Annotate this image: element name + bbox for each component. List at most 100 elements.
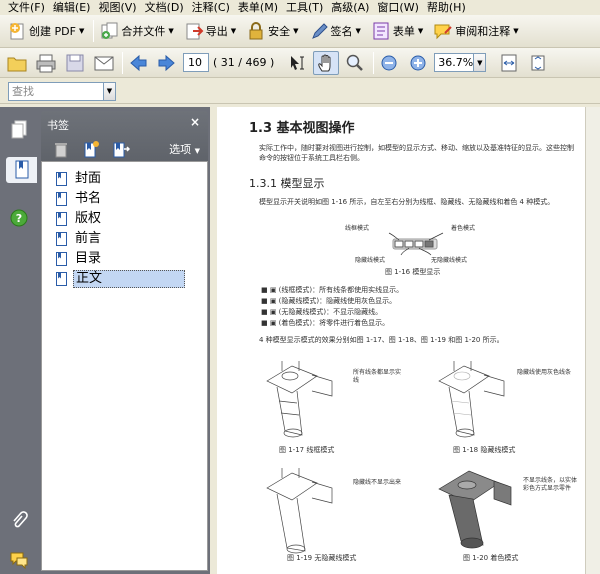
menu-window[interactable]: 窗口(W) — [373, 0, 422, 15]
save-button[interactable] — [62, 51, 88, 75]
bookmark-item-preface[interactable]: 前言 — [56, 230, 185, 248]
document-page[interactable]: 1.3 基本视图操作 实际工作中，随时要对视图进行控制，如模型的显示方式、移动、… — [217, 107, 585, 574]
pages-panel-button[interactable] — [6, 117, 32, 143]
bookmark-icon — [15, 160, 28, 179]
page-number-input[interactable]: 10 — [183, 53, 209, 72]
hand-icon — [318, 54, 331, 71]
toolbar-divider — [122, 51, 123, 74]
menu-bar: 文件(F) 编辑(E) 视图(V) 文档(D) 注释(C) 表单(M) 工具(T… — [0, 0, 600, 15]
chevron-down-icon: ▼ — [230, 27, 237, 35]
figure-caption: 图 1-20 着色模式 — [463, 554, 519, 562]
bookmark-item-contents[interactable]: 目录 — [56, 250, 185, 268]
bookmarks-panel-button[interactable] — [6, 157, 37, 183]
folder-icon — [7, 57, 27, 71]
figure-label: 隐藏线模式 — [355, 257, 386, 264]
menu-file[interactable]: 文件(F) — [4, 0, 49, 15]
bookmark-icon — [56, 172, 67, 186]
panel-splitter[interactable] — [210, 107, 217, 574]
forms-button[interactable]: 表单 ▼ — [368, 18, 426, 44]
lock-icon — [246, 21, 266, 41]
navigation-pane-strip: ? — [0, 107, 37, 574]
menu-document[interactable]: 文档(D) — [141, 0, 188, 15]
previous-page-button[interactable] — [125, 51, 151, 75]
chevron-down-icon: ▼ — [293, 27, 299, 35]
menu-help[interactable]: 帮助(H) — [423, 0, 470, 15]
combine-files-button[interactable]: 合并文件 ▼ — [96, 18, 176, 44]
svg-text:?: ? — [16, 212, 22, 225]
next-page-button[interactable] — [154, 51, 180, 75]
bookmark-label: 书名 — [75, 191, 102, 206]
bookmarks-title: 书签 — [47, 119, 69, 132]
hand-tool-button[interactable] — [313, 50, 340, 75]
section-heading: 1.3 基本视图操作 — [249, 121, 355, 136]
hidden-line-model-figure — [438, 361, 505, 438]
delete-bookmark-button[interactable] — [51, 139, 71, 159]
options-menu[interactable]: 选项 ▼ — [169, 141, 200, 157]
search-input[interactable]: 查找 — [8, 81, 104, 101]
figure-caption: 图 1-18 隐藏线模式 — [453, 446, 516, 454]
close-icon[interactable]: × — [190, 115, 200, 129]
combine-files-icon — [99, 21, 119, 41]
chevron-down-icon: ▼ — [417, 27, 424, 35]
review-comment-button[interactable]: 审阅和注释 ▼ — [430, 18, 521, 44]
figure-label: 无隐藏线模式 — [431, 257, 468, 264]
fit-page-button[interactable] — [525, 51, 551, 75]
select-tool-button[interactable] — [284, 51, 310, 75]
search-toolbar: 查找 ▼ — [0, 79, 600, 104]
menu-advanced[interactable]: 高级(A) — [327, 0, 373, 15]
figure-label: 线框模式 — [345, 225, 370, 232]
fit-width-button[interactable] — [496, 51, 522, 75]
bullet-item: ■ ▣ (无隐藏线模式)：不显示隐藏线。 — [261, 308, 383, 316]
envelope-icon — [94, 56, 114, 70]
menu-edit[interactable]: 编辑(E) — [49, 0, 95, 15]
bookmark-item-body[interactable]: 正文 — [56, 270, 185, 288]
bookmark-item-copyright[interactable]: 版权 — [56, 210, 185, 228]
attachments-panel-button[interactable] — [6, 507, 32, 533]
chevron-down-icon: ▼ — [168, 27, 174, 35]
figure-note: 不显示线条，以实体彩色方式显示零件 — [523, 477, 578, 492]
sign-label: 签名 — [330, 25, 353, 38]
help-button[interactable]: ? — [6, 205, 32, 231]
email-button[interactable] — [91, 51, 117, 75]
search-dropdown-button[interactable]: ▼ — [104, 81, 116, 101]
new-bookmark-button[interactable] — [81, 139, 101, 159]
menu-forms[interactable]: 表单(M) — [234, 0, 282, 15]
chevron-down-icon: ▼ — [106, 87, 113, 95]
zoom-tool-button[interactable] — [342, 51, 368, 75]
bookmarks-header: 书签 × 选项 ▼ — [41, 111, 208, 161]
zoom-dropdown-button[interactable]: ▼ — [474, 53, 487, 72]
expand-bookmark-button[interactable] — [111, 139, 131, 159]
subsection-heading: 1.3.1 模型显示 — [249, 177, 325, 190]
zoom-out-button[interactable] — [376, 51, 402, 75]
arrow-right-icon — [158, 54, 175, 71]
export-button[interactable]: 导出 ▼ — [181, 18, 239, 44]
bookmark-item-title[interactable]: 书名 — [56, 190, 185, 208]
review-comment-label: 审阅和注释 — [455, 25, 511, 38]
comment-icon — [433, 21, 453, 41]
comments-panel-button[interactable] — [6, 547, 32, 573]
figure-caption: 图 1-16 模型显示 — [385, 268, 441, 276]
chevron-down-icon: ▼ — [355, 27, 361, 35]
menu-view[interactable]: 视图(V) — [94, 0, 140, 15]
zoom-in-button[interactable] — [405, 51, 431, 75]
bookmark-label: 前言 — [75, 231, 102, 246]
navigation-toolbar: 10 ( 31 / 469 ) 36.7% ▼ — [0, 48, 600, 78]
bookmark-item-cover[interactable]: 封面 — [56, 170, 185, 188]
figure-note: 隐藏线使用灰色线条 — [517, 369, 572, 376]
print-button[interactable] — [33, 51, 59, 75]
export-icon — [184, 21, 204, 41]
paperclip-icon — [13, 511, 28, 528]
bullet-item: ■ ▣ (着色模式)：将零件进行着色显示。 — [261, 319, 390, 327]
menu-comments[interactable]: 注释(C) — [188, 0, 234, 15]
vertical-scrollbar[interactable] — [585, 107, 600, 574]
open-button[interactable] — [4, 51, 30, 75]
floppy-disk-icon — [66, 54, 84, 71]
figure-note: 隐藏线不显示出来 — [353, 479, 402, 486]
new-bookmark-icon — [84, 141, 99, 158]
menu-tools[interactable]: 工具(T) — [282, 0, 327, 15]
bookmark-label: 目录 — [75, 251, 102, 266]
create-pdf-button[interactable]: 创建 PDF ▼ — [4, 18, 87, 44]
zoom-level-input[interactable]: 36.7% — [434, 53, 475, 72]
sign-button[interactable]: 签名 ▼ — [306, 18, 364, 44]
secure-button[interactable]: 安全 ▼ — [243, 18, 301, 44]
